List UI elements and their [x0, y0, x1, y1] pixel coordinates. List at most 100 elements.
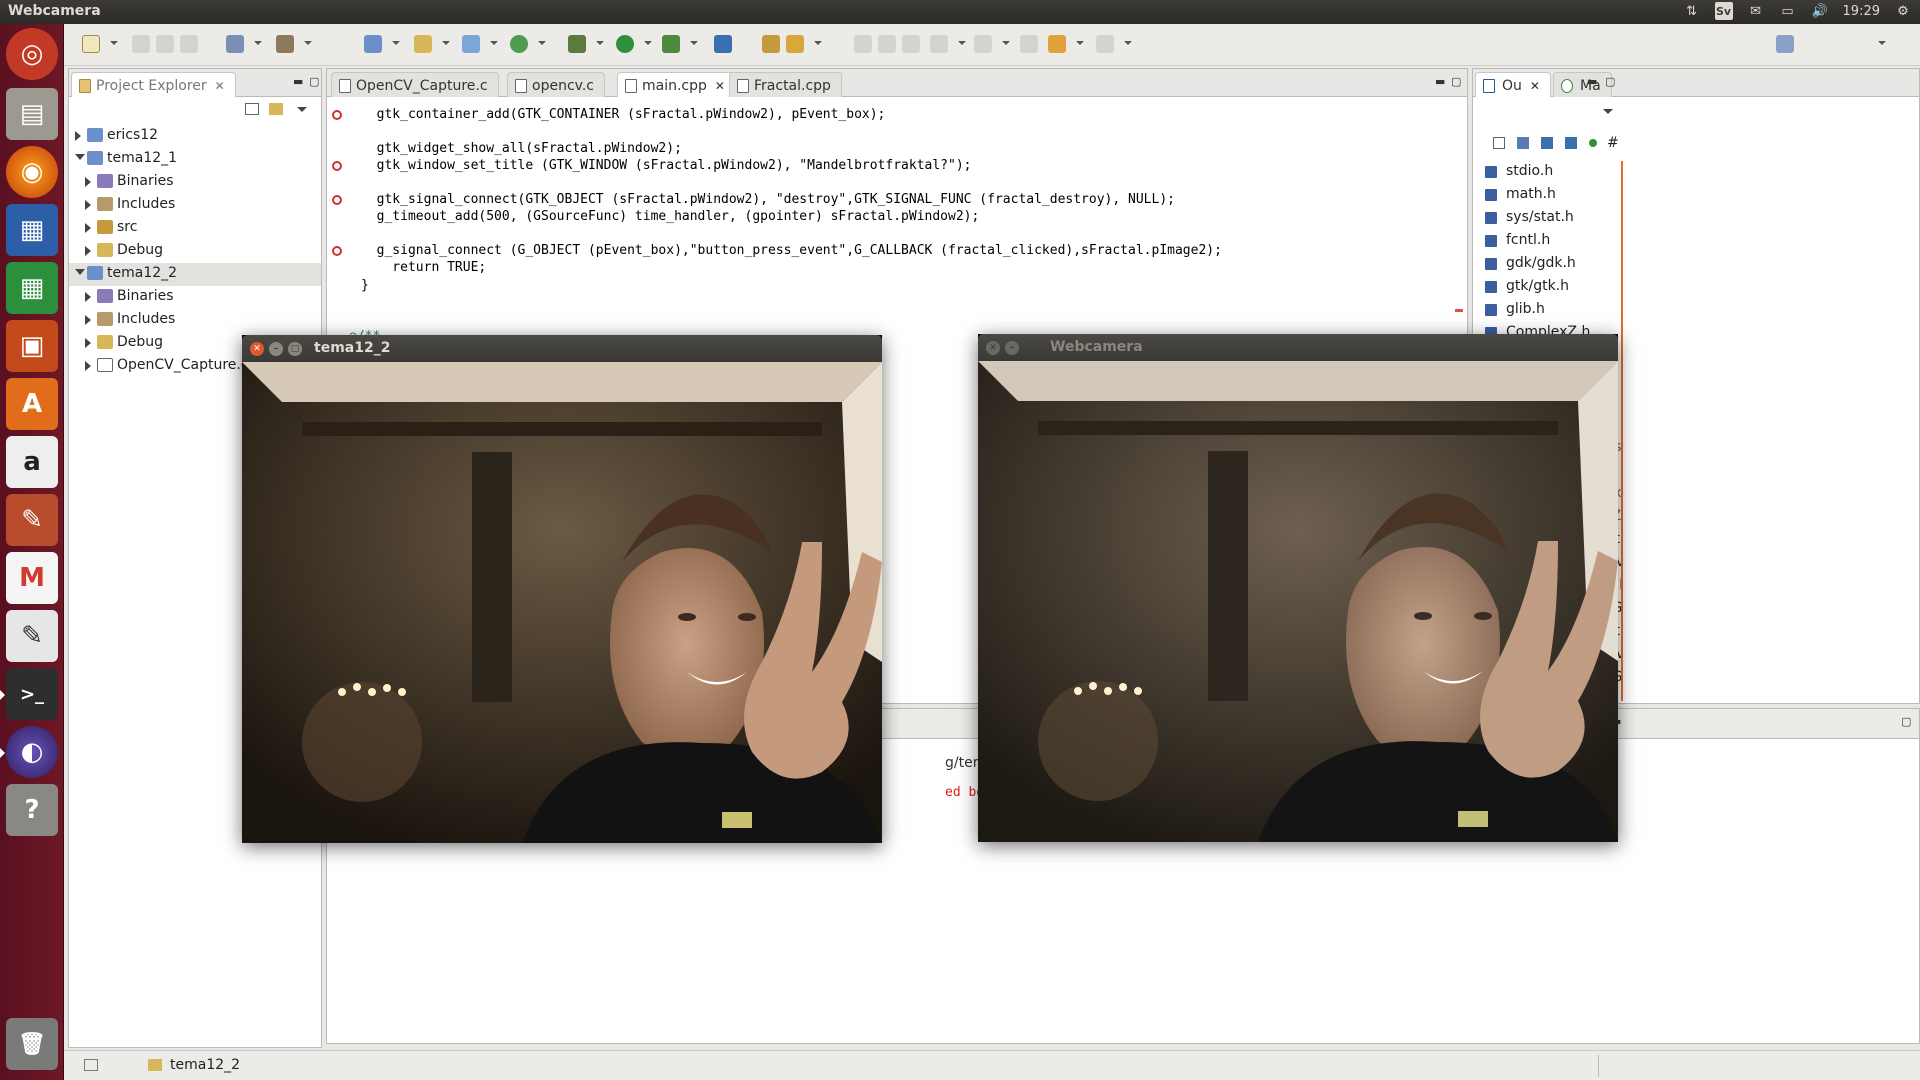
trash-icon[interactable]: 🗑: [6, 1018, 58, 1070]
new-class-icon[interactable]: [462, 35, 480, 53]
window-webcamera[interactable]: ✕ – Webcamera: [978, 334, 1618, 842]
close-icon[interactable]: ✕: [986, 341, 1000, 355]
external-tools-icon[interactable]: [662, 35, 680, 53]
chevron-down-icon[interactable]: [75, 154, 85, 160]
close-icon[interactable]: ✕: [215, 79, 225, 93]
calc-icon[interactable]: ▦: [6, 262, 58, 314]
tree-item[interactable]: tema12_1: [69, 148, 321, 171]
manage-configs-icon[interactable]: [226, 35, 244, 53]
new-icon[interactable]: [82, 35, 100, 53]
text-editor-icon[interactable]: ✎: [6, 610, 58, 662]
tree-item[interactable]: Includes: [69, 309, 321, 332]
tree-item[interactable]: Binaries: [69, 286, 321, 309]
eclipse-icon[interactable]: ◐: [0, 726, 58, 778]
tree-item[interactable]: Binaries: [69, 171, 321, 194]
forward-icon[interactable]: [1096, 35, 1114, 53]
tab-editor-file[interactable]: main.cpp ✕: [617, 72, 736, 97]
code-line[interactable]: gtk_container_add(GTK_CONTAINER (sFracta…: [361, 107, 886, 124]
window-tema12-2[interactable]: ✕ – □ tema12_2: [242, 335, 882, 843]
close-icon[interactable]: ✕: [250, 342, 264, 356]
system-settings-icon[interactable]: ✎: [6, 494, 58, 546]
open-perspective-icon[interactable]: [1776, 35, 1794, 53]
code-line[interactable]: }: [361, 278, 369, 295]
maximize-icon[interactable]: ▢: [1605, 75, 1615, 88]
code-line[interactable]: g_timeout_add(500, (GSourceFunc) time_ha…: [361, 209, 980, 226]
breakpoint-icon[interactable]: [332, 109, 342, 120]
toggle-mark-icon[interactable]: [854, 35, 872, 53]
code-line[interactable]: gtk_widget_show_all(sFractal.pWindow2);: [361, 141, 682, 158]
new-folder-icon[interactable]: [414, 35, 432, 53]
tree-item[interactable]: tema12_2: [69, 263, 321, 286]
back-icon[interactable]: [1048, 35, 1066, 53]
gear-icon[interactable]: ⚙: [1894, 2, 1912, 20]
pencil-icon[interactable]: [786, 35, 804, 53]
prev-annotation-icon[interactable]: [974, 35, 992, 53]
volume-icon[interactable]: 🔊: [1811, 2, 1829, 20]
amazon-icon[interactable]: a: [6, 436, 58, 488]
software-center-icon[interactable]: A: [6, 378, 58, 430]
chevron-right-icon[interactable]: [85, 200, 91, 210]
minimize-icon[interactable]: –: [1005, 341, 1019, 355]
firefox-icon[interactable]: ◉: [6, 146, 58, 198]
minimize-icon[interactable]: ▬: [1587, 75, 1597, 88]
chevron-right-icon[interactable]: [85, 315, 91, 325]
minimize-icon[interactable]: –: [269, 342, 283, 356]
chevron-right-icon[interactable]: [85, 338, 91, 348]
window-titlebar[interactable]: ✕ – Webcamera: [978, 334, 1618, 361]
tab-editor-file[interactable]: Fractal.cpp: [729, 72, 842, 97]
view-menu-icon[interactable]: [1603, 109, 1613, 119]
minimize-icon[interactable]: ▬: [1435, 75, 1445, 88]
tree-item[interactable]: Debug: [69, 240, 321, 263]
battery-icon[interactable]: ▭: [1779, 2, 1797, 20]
next-annotation-icon[interactable]: [930, 35, 948, 53]
code-line[interactable]: return TRUE;: [361, 260, 486, 277]
chevron-right-icon[interactable]: [85, 361, 91, 371]
show-whitespace-icon[interactable]: [878, 35, 896, 53]
tab-editor-file[interactable]: OpenCV_Capture.c: [331, 72, 499, 97]
tree-item[interactable]: src: [69, 217, 321, 240]
keyboard-layout-indicator[interactable]: Sv: [1714, 2, 1733, 20]
link-editor-icon[interactable]: [269, 103, 283, 115]
print-icon[interactable]: [180, 35, 198, 53]
close-icon[interactable]: ✕: [715, 79, 725, 93]
refresh-icon[interactable]: [510, 35, 528, 53]
chevron-down-icon[interactable]: [75, 269, 85, 275]
group-icon[interactable]: #: [1607, 135, 1619, 151]
chevron-right-icon[interactable]: [75, 131, 81, 141]
build-icon[interactable]: [276, 35, 294, 53]
terminal-icon[interactable]: >_: [0, 668, 58, 720]
maximize-icon[interactable]: □: [288, 342, 302, 356]
new-project-icon[interactable]: [364, 35, 382, 53]
clock[interactable]: 19:29: [1843, 4, 1880, 19]
tab-make-targets[interactable]: Ma: [1553, 72, 1612, 97]
hide-nonpublic-icon[interactable]: [1589, 139, 1597, 147]
tree-item[interactable]: Includes: [69, 194, 321, 217]
tab-outline[interactable]: Ou ✕: [1475, 72, 1551, 97]
save-all-icon[interactable]: [156, 35, 174, 53]
collapse-all-icon[interactable]: [1493, 137, 1505, 149]
chevron-right-icon[interactable]: [85, 223, 91, 233]
breakpoint-icon[interactable]: [332, 161, 342, 171]
chevron-right-icon[interactable]: [85, 292, 91, 302]
mail-icon[interactable]: ✉: [1747, 2, 1765, 20]
writer-icon[interactable]: ▦: [6, 204, 58, 256]
collapse-all-icon[interactable]: [245, 103, 259, 115]
gmail-icon[interactable]: M: [6, 552, 58, 604]
chevron-right-icon[interactable]: [85, 177, 91, 187]
ubuntu-dash-icon[interactable]: ◎: [6, 28, 58, 80]
impress-icon[interactable]: ▣: [6, 320, 58, 372]
open-type-icon[interactable]: [762, 35, 780, 53]
hide-fields-icon[interactable]: [1541, 137, 1553, 149]
save-icon[interactable]: [132, 35, 150, 53]
close-icon[interactable]: ✕: [1530, 79, 1540, 93]
window-titlebar[interactable]: ✕ – □ tema12_2: [242, 335, 882, 362]
tree-item[interactable]: erics12: [69, 125, 321, 148]
file-manager-icon[interactable]: ▤: [6, 88, 58, 140]
annotation-icon[interactable]: [902, 35, 920, 53]
run-icon[interactable]: [616, 35, 634, 53]
last-edit-icon[interactable]: [1020, 35, 1038, 53]
maximize-icon[interactable]: ▢: [309, 75, 319, 88]
chevron-right-icon[interactable]: [85, 246, 91, 256]
debug-icon[interactable]: [568, 35, 586, 53]
code-line[interactable]: gtk_window_set_title (GTK_WINDOW (sFract…: [361, 158, 972, 175]
